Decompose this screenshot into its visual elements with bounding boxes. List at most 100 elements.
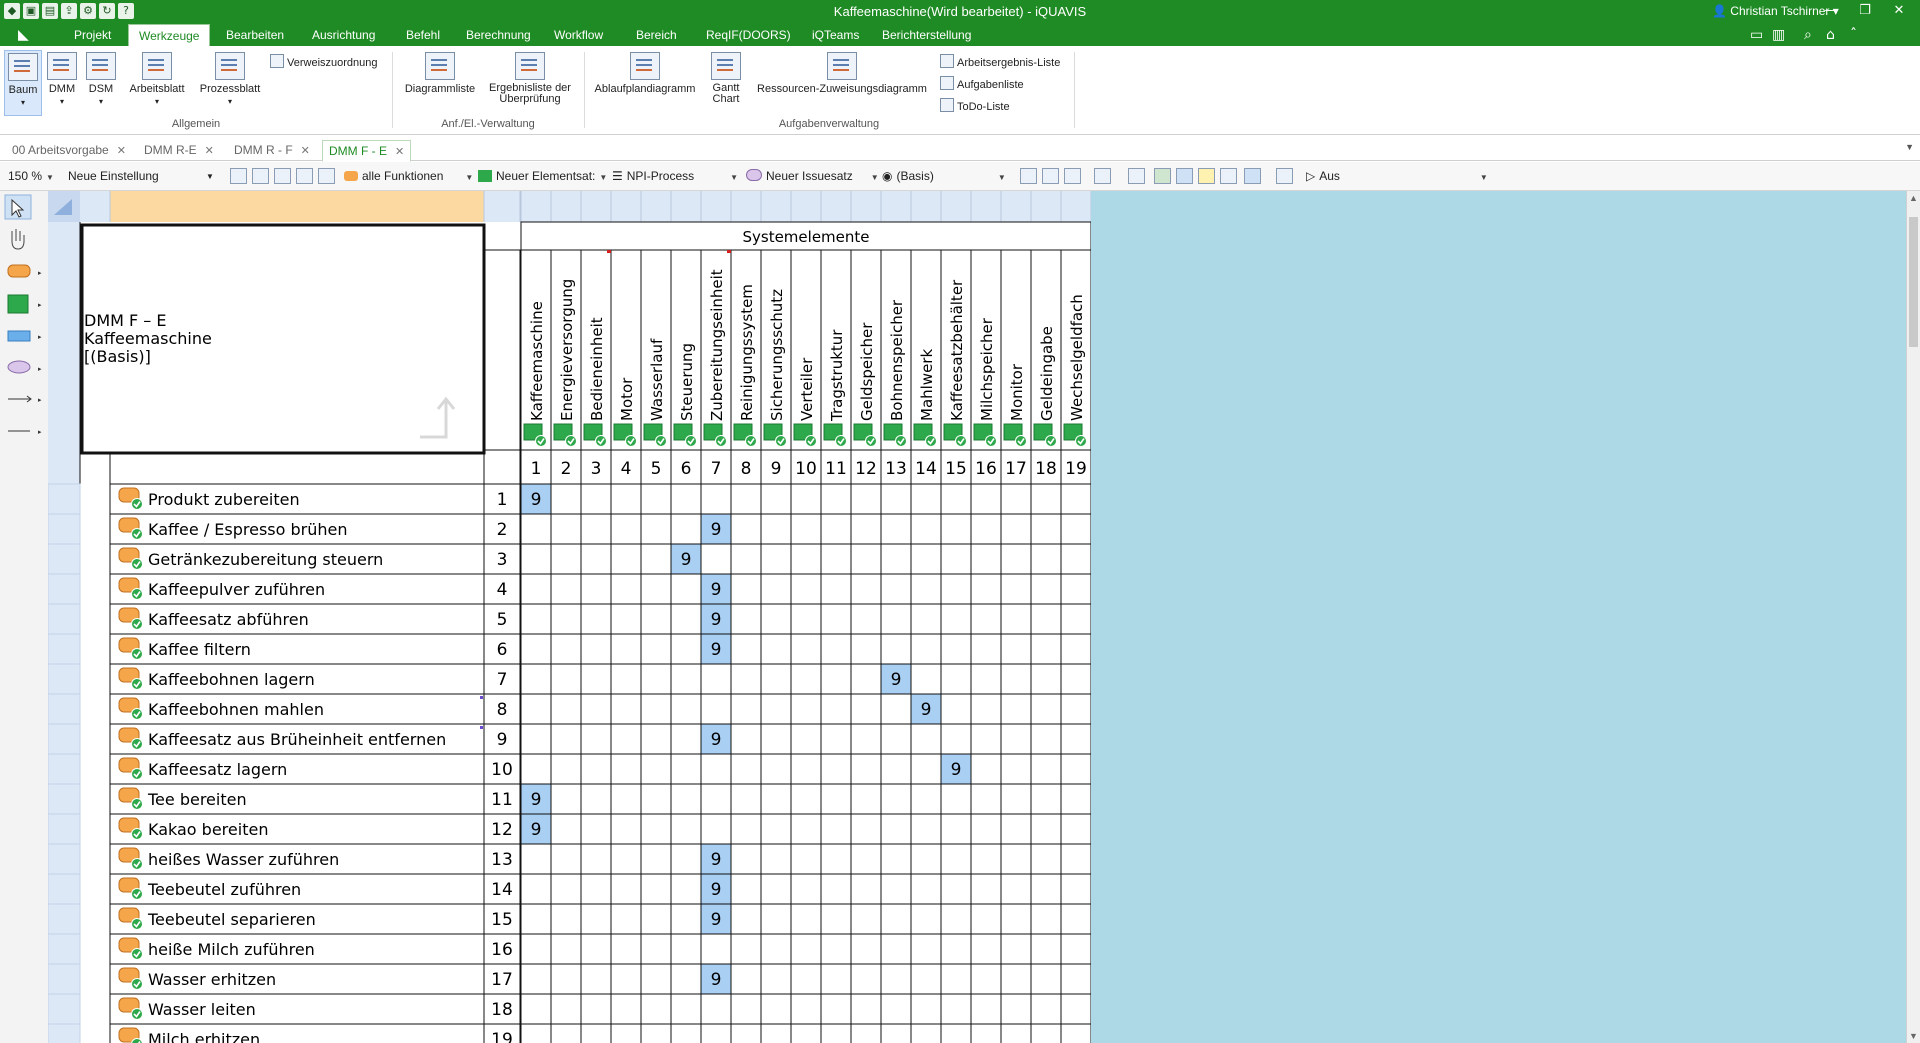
matrix-cell[interactable]	[910, 663, 942, 695]
matrix-cell[interactable]	[820, 633, 852, 665]
minimize-button[interactable]: —	[1814, 0, 1848, 22]
matrix-cell[interactable]	[760, 783, 792, 815]
todo-liste-button[interactable]: ToDo-Liste	[940, 98, 1010, 113]
matrix-cell[interactable]	[790, 543, 822, 575]
matrix-cell[interactable]	[670, 903, 702, 935]
marker-icon[interactable]	[1220, 168, 1237, 184]
matrix-cell[interactable]	[730, 633, 762, 665]
matrix-cell[interactable]	[610, 753, 642, 785]
matrix-cell[interactable]	[910, 1023, 942, 1043]
matrix-cell[interactable]	[1060, 753, 1092, 785]
matrix-cell[interactable]	[550, 813, 582, 845]
matrix-cell[interactable]	[580, 903, 612, 935]
matrix-cell[interactable]	[1030, 843, 1062, 875]
doc-tab-dmm-r-f[interactable]: DMM R - F ✕	[228, 140, 316, 160]
matrix-cell[interactable]	[730, 783, 762, 815]
matrix-cell[interactable]	[610, 483, 642, 515]
matrix-cell[interactable]	[910, 603, 942, 635]
matrix-cell[interactable]	[850, 663, 882, 695]
matrix-cell[interactable]	[1000, 483, 1032, 515]
row-header-cell[interactable]	[48, 753, 81, 785]
matrix-cell[interactable]	[850, 903, 882, 935]
row-header-cell[interactable]	[48, 1023, 81, 1043]
matrix-cell[interactable]	[910, 633, 942, 665]
matrix-cell[interactable]	[820, 723, 852, 755]
matrix-cell[interactable]	[970, 513, 1002, 545]
matrix-cell[interactable]	[700, 483, 732, 515]
matrix-cell[interactable]	[610, 573, 642, 605]
matrix-cell[interactable]	[700, 993, 732, 1025]
value-display-icon[interactable]	[1154, 168, 1171, 184]
close-icon[interactable]: ✕	[117, 144, 126, 157]
matrix-cell[interactable]	[820, 933, 852, 965]
ribbon-tab-werkzeuge[interactable]: Werkzeuge	[128, 24, 211, 46]
ribbon-tab-befehl[interactable]: Befehl	[396, 24, 450, 46]
prozessblatt-button[interactable]: Prozessblatt ▾	[196, 50, 264, 114]
dmm-button[interactable]: DMM ▾	[44, 50, 80, 114]
matrix-cell[interactable]	[970, 813, 1002, 845]
matrix-cell[interactable]	[730, 813, 762, 845]
matrix-cell[interactable]	[970, 933, 1002, 965]
matrix-cell[interactable]	[910, 573, 942, 605]
matrix-cell[interactable]	[940, 1023, 972, 1043]
matrix-canvas[interactable]: Systemelemente Kaffeemaschine 1 Energievers…	[48, 191, 1908, 1043]
matrix-cell[interactable]	[880, 813, 912, 845]
matrix-cell[interactable]	[610, 723, 642, 755]
matrix-cell[interactable]	[820, 483, 852, 515]
matrix-cell[interactable]	[1030, 693, 1062, 725]
scroll-up-icon[interactable]: ▲	[1909, 193, 1918, 203]
matrix-cell[interactable]	[760, 663, 792, 695]
matrix-cell[interactable]	[910, 513, 942, 545]
row-header-cell[interactable]	[48, 813, 81, 845]
matrix-cell[interactable]	[910, 873, 942, 905]
layout-split-icon[interactable]: ▥	[1772, 27, 1785, 43]
matrix-cell[interactable]	[1000, 513, 1032, 545]
matrix-cell[interactable]	[580, 573, 612, 605]
matrix-cell[interactable]	[640, 783, 672, 815]
ribbon-tab-reqif-doors-[interactable]: ReqIF(DOORS)	[696, 24, 801, 46]
matrix-cell[interactable]	[940, 843, 972, 875]
matrix-cell[interactable]	[790, 603, 822, 635]
matrix-cell[interactable]	[1060, 663, 1092, 695]
matrix-cell[interactable]	[910, 723, 942, 755]
matrix-cell[interactable]	[610, 813, 642, 845]
zoom-select[interactable]: 150 % ▼	[8, 169, 54, 183]
matrix-cell[interactable]	[640, 543, 672, 575]
matrix-cell[interactable]	[670, 1023, 702, 1043]
matrix-cell[interactable]	[880, 903, 912, 935]
matrix-cell[interactable]	[880, 933, 912, 965]
matrix-cell[interactable]	[670, 693, 702, 725]
matrix-cell[interactable]	[1030, 753, 1062, 785]
matrix-cell[interactable]	[1000, 873, 1032, 905]
matrix-cell[interactable]	[550, 783, 582, 815]
restore-button[interactable]: ❐	[1848, 0, 1882, 22]
matrix-cell[interactable]	[610, 843, 642, 875]
matrix-cell[interactable]	[850, 1023, 882, 1043]
ergebnisliste-button[interactable]: Ergebnisliste der Überprüfung	[484, 50, 576, 114]
home-icon[interactable]: ⌂	[1826, 27, 1835, 43]
matrix-cell[interactable]	[970, 753, 1002, 785]
matrix-cell[interactable]	[610, 783, 642, 815]
matrix-cell[interactable]	[520, 933, 552, 965]
matrix-cell[interactable]	[820, 903, 852, 935]
doc-tab-arbeitsvorgabe[interactable]: 00 Arbeitsvorgabe ✕	[6, 140, 132, 160]
scroll-down-icon[interactable]: ▼	[1909, 1031, 1918, 1041]
element-set-select[interactable]: Neuer Elementsat: ▼	[478, 169, 607, 183]
scrollbar-thumb[interactable]	[1909, 217, 1918, 347]
matrix-cell[interactable]	[610, 513, 642, 545]
matrix-cell[interactable]	[1030, 543, 1062, 575]
matrix-cell[interactable]	[1030, 933, 1062, 965]
matrix-cell[interactable]	[670, 573, 702, 605]
matrix-cell[interactable]	[640, 663, 672, 695]
matrix-cell[interactable]	[550, 483, 582, 515]
ribbon-tab-bereich[interactable]: Bereich	[626, 24, 687, 46]
matrix-cell[interactable]	[610, 663, 642, 695]
layout-icon[interactable]: ▭	[1750, 27, 1763, 43]
matrix-cell[interactable]	[850, 753, 882, 785]
matrix-cell[interactable]	[580, 693, 612, 725]
comment-icon[interactable]	[1198, 168, 1215, 184]
collapse-ribbon-icon[interactable]: ˆ	[1850, 27, 1857, 43]
matrix-cell[interactable]	[940, 993, 972, 1025]
matrix-cell[interactable]	[640, 903, 672, 935]
copy-icon[interactable]	[274, 168, 291, 184]
